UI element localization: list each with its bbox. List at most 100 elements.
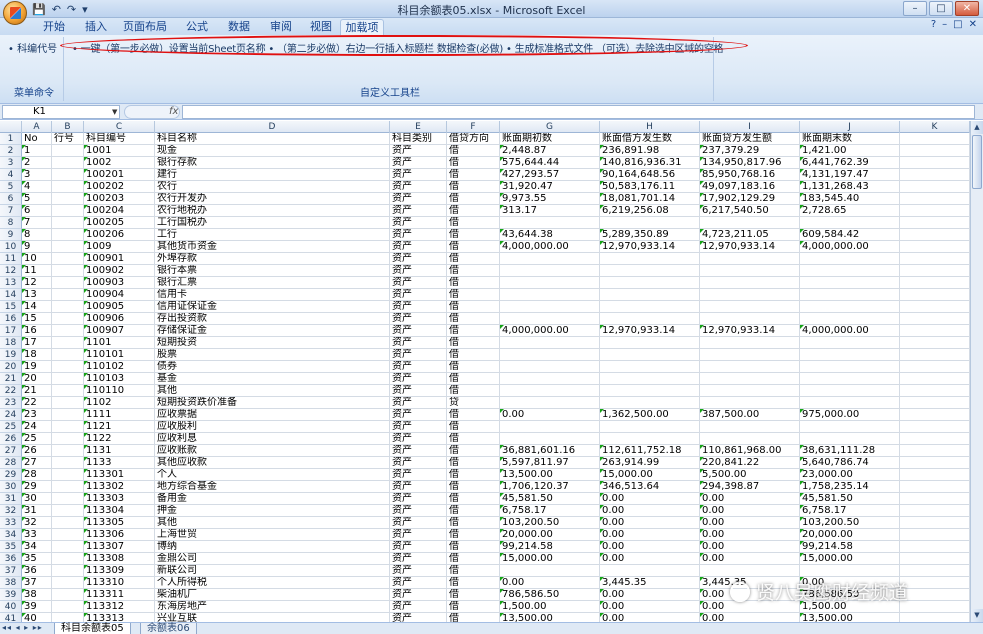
table-cell[interactable]: 7 xyxy=(22,217,52,229)
table-cell[interactable]: 113302 xyxy=(84,481,155,493)
table-cell[interactable]: 6,217,540.50 xyxy=(700,205,800,217)
table-cell[interactable]: 借 xyxy=(447,433,500,445)
tab-review[interactable]: 审阅 xyxy=(262,19,300,35)
row-header[interactable]: 9 xyxy=(0,229,22,241)
table-cell[interactable]: 其他 xyxy=(155,517,390,529)
table-cell[interactable]: 资产 xyxy=(390,205,447,217)
row-header[interactable]: 34 xyxy=(0,529,22,541)
table-cell[interactable] xyxy=(500,361,600,373)
table-cell[interactable]: 应收股利 xyxy=(155,421,390,433)
table-cell[interactable]: 资产 xyxy=(390,265,447,277)
table-cell[interactable]: 4 xyxy=(22,181,52,193)
table-cell[interactable]: 100907 xyxy=(84,325,155,337)
table-cell[interactable]: 借 xyxy=(447,349,500,361)
table-cell[interactable]: 借 xyxy=(447,313,500,325)
table-cell[interactable]: 账面期初数 xyxy=(500,133,600,145)
table-cell[interactable] xyxy=(800,349,900,361)
table-cell[interactable]: 资产 xyxy=(390,337,447,349)
table-cell[interactable]: 应收票据 xyxy=(155,409,390,421)
row-header[interactable]: 41 xyxy=(0,613,22,622)
table-cell[interactable]: 资产 xyxy=(390,469,447,481)
table-cell[interactable]: 113304 xyxy=(84,505,155,517)
table-cell[interactable]: 信用卡 xyxy=(155,289,390,301)
table-cell[interactable]: 100901 xyxy=(84,253,155,265)
table-cell[interactable]: 资产 xyxy=(390,433,447,445)
row-header[interactable]: 38 xyxy=(0,577,22,589)
row-header[interactable]: 11 xyxy=(0,253,22,265)
table-cell[interactable]: 资产 xyxy=(390,385,447,397)
table-cell[interactable]: 个人所得税 xyxy=(155,577,390,589)
table-cell[interactable]: 19 xyxy=(22,361,52,373)
table-cell[interactable]: 资产 xyxy=(390,229,447,241)
table-cell[interactable] xyxy=(52,193,84,205)
table-cell[interactable] xyxy=(600,313,700,325)
table-cell[interactable]: 33 xyxy=(22,529,52,541)
table-cell[interactable]: 1,131,268.43 xyxy=(800,181,900,193)
table-cell[interactable] xyxy=(900,205,970,217)
table-cell[interactable] xyxy=(600,217,700,229)
row-header[interactable]: 37 xyxy=(0,565,22,577)
row-header[interactable]: 4 xyxy=(0,169,22,181)
table-cell[interactable]: 6,758.17 xyxy=(800,505,900,517)
table-cell[interactable]: 金鼎公司 xyxy=(155,553,390,565)
table-cell[interactable]: 2 xyxy=(22,157,52,169)
row-header[interactable]: 14 xyxy=(0,289,22,301)
table-cell[interactable] xyxy=(52,217,84,229)
tab-data[interactable]: 数据 xyxy=(220,19,258,35)
table-cell[interactable]: 短期投资 xyxy=(155,337,390,349)
table-cell[interactable] xyxy=(900,589,970,601)
table-cell[interactable]: 25 xyxy=(22,433,52,445)
table-cell[interactable]: No xyxy=(22,133,52,145)
select-all-corner[interactable] xyxy=(0,121,22,133)
table-cell[interactable] xyxy=(700,349,800,361)
table-cell[interactable] xyxy=(900,337,970,349)
worksheet-grid[interactable]: ABCDEFGHIJK 1 No 行号 科目编号 科目名称 科目类别 借贷方向 账面期初数 账面… xyxy=(0,121,970,622)
table-cell[interactable] xyxy=(52,589,84,601)
row-header[interactable]: 30 xyxy=(0,481,22,493)
row-header[interactable]: 1 xyxy=(0,133,22,145)
table-cell[interactable]: 科目名称 xyxy=(155,133,390,145)
table-cell[interactable] xyxy=(900,397,970,409)
table-cell[interactable]: 113311 xyxy=(84,589,155,601)
table-cell[interactable] xyxy=(900,469,970,481)
table-cell[interactable]: 14 xyxy=(22,301,52,313)
table-cell[interactable]: 借 xyxy=(447,277,500,289)
table-cell[interactable] xyxy=(500,421,600,433)
formula-input[interactable] xyxy=(182,105,975,119)
table-cell[interactable]: 0.00 xyxy=(700,541,800,553)
table-cell[interactable] xyxy=(800,397,900,409)
table-cell[interactable] xyxy=(600,253,700,265)
table-cell[interactable]: 12,970,933.14 xyxy=(600,241,700,253)
table-cell[interactable]: 资产 xyxy=(390,289,447,301)
table-cell[interactable]: 1,758,235.14 xyxy=(800,481,900,493)
table-cell[interactable]: 4,000,000.00 xyxy=(500,325,600,337)
table-cell[interactable]: 45,581.50 xyxy=(500,493,600,505)
row-header[interactable]: 6 xyxy=(0,193,22,205)
table-cell[interactable]: 45,581.50 xyxy=(800,493,900,505)
table-cell[interactable]: 借 xyxy=(447,337,500,349)
table-cell[interactable] xyxy=(500,301,600,313)
table-cell[interactable]: 100904 xyxy=(84,289,155,301)
table-cell[interactable] xyxy=(52,445,84,457)
table-cell[interactable]: 99,214.58 xyxy=(800,541,900,553)
table-cell[interactable]: 资产 xyxy=(390,253,447,265)
table-cell[interactable] xyxy=(52,457,84,469)
table-cell[interactable] xyxy=(800,217,900,229)
table-cell[interactable] xyxy=(900,385,970,397)
column-header[interactable]: A xyxy=(22,121,52,133)
table-cell[interactable]: 40 xyxy=(22,613,52,622)
column-header[interactable]: I xyxy=(700,121,800,133)
table-cell[interactable]: 其他 xyxy=(155,385,390,397)
table-cell[interactable] xyxy=(900,505,970,517)
row-header[interactable]: 3 xyxy=(0,157,22,169)
table-cell[interactable]: 科目类别 xyxy=(390,133,447,145)
table-cell[interactable]: 50,583,176.11 xyxy=(600,181,700,193)
row-header[interactable]: 20 xyxy=(0,361,22,373)
table-cell[interactable]: 5 xyxy=(22,193,52,205)
table-cell[interactable]: 20,000.00 xyxy=(800,529,900,541)
table-cell[interactable]: 100202 xyxy=(84,181,155,193)
table-cell[interactable]: 575,644.44 xyxy=(500,157,600,169)
table-cell[interactable]: 信用证保证金 xyxy=(155,301,390,313)
table-cell[interactable]: 10 xyxy=(22,253,52,265)
table-cell[interactable]: 113313 xyxy=(84,613,155,622)
